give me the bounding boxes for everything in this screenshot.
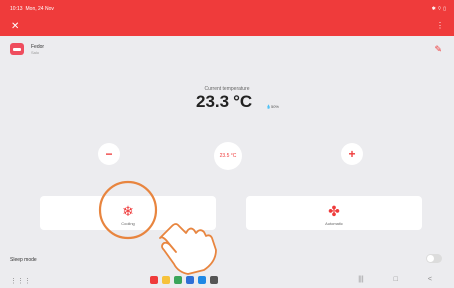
pointing-hand-icon	[159, 223, 217, 275]
highlight-ring	[98, 180, 158, 240]
tutorial-overlay	[98, 180, 217, 275]
